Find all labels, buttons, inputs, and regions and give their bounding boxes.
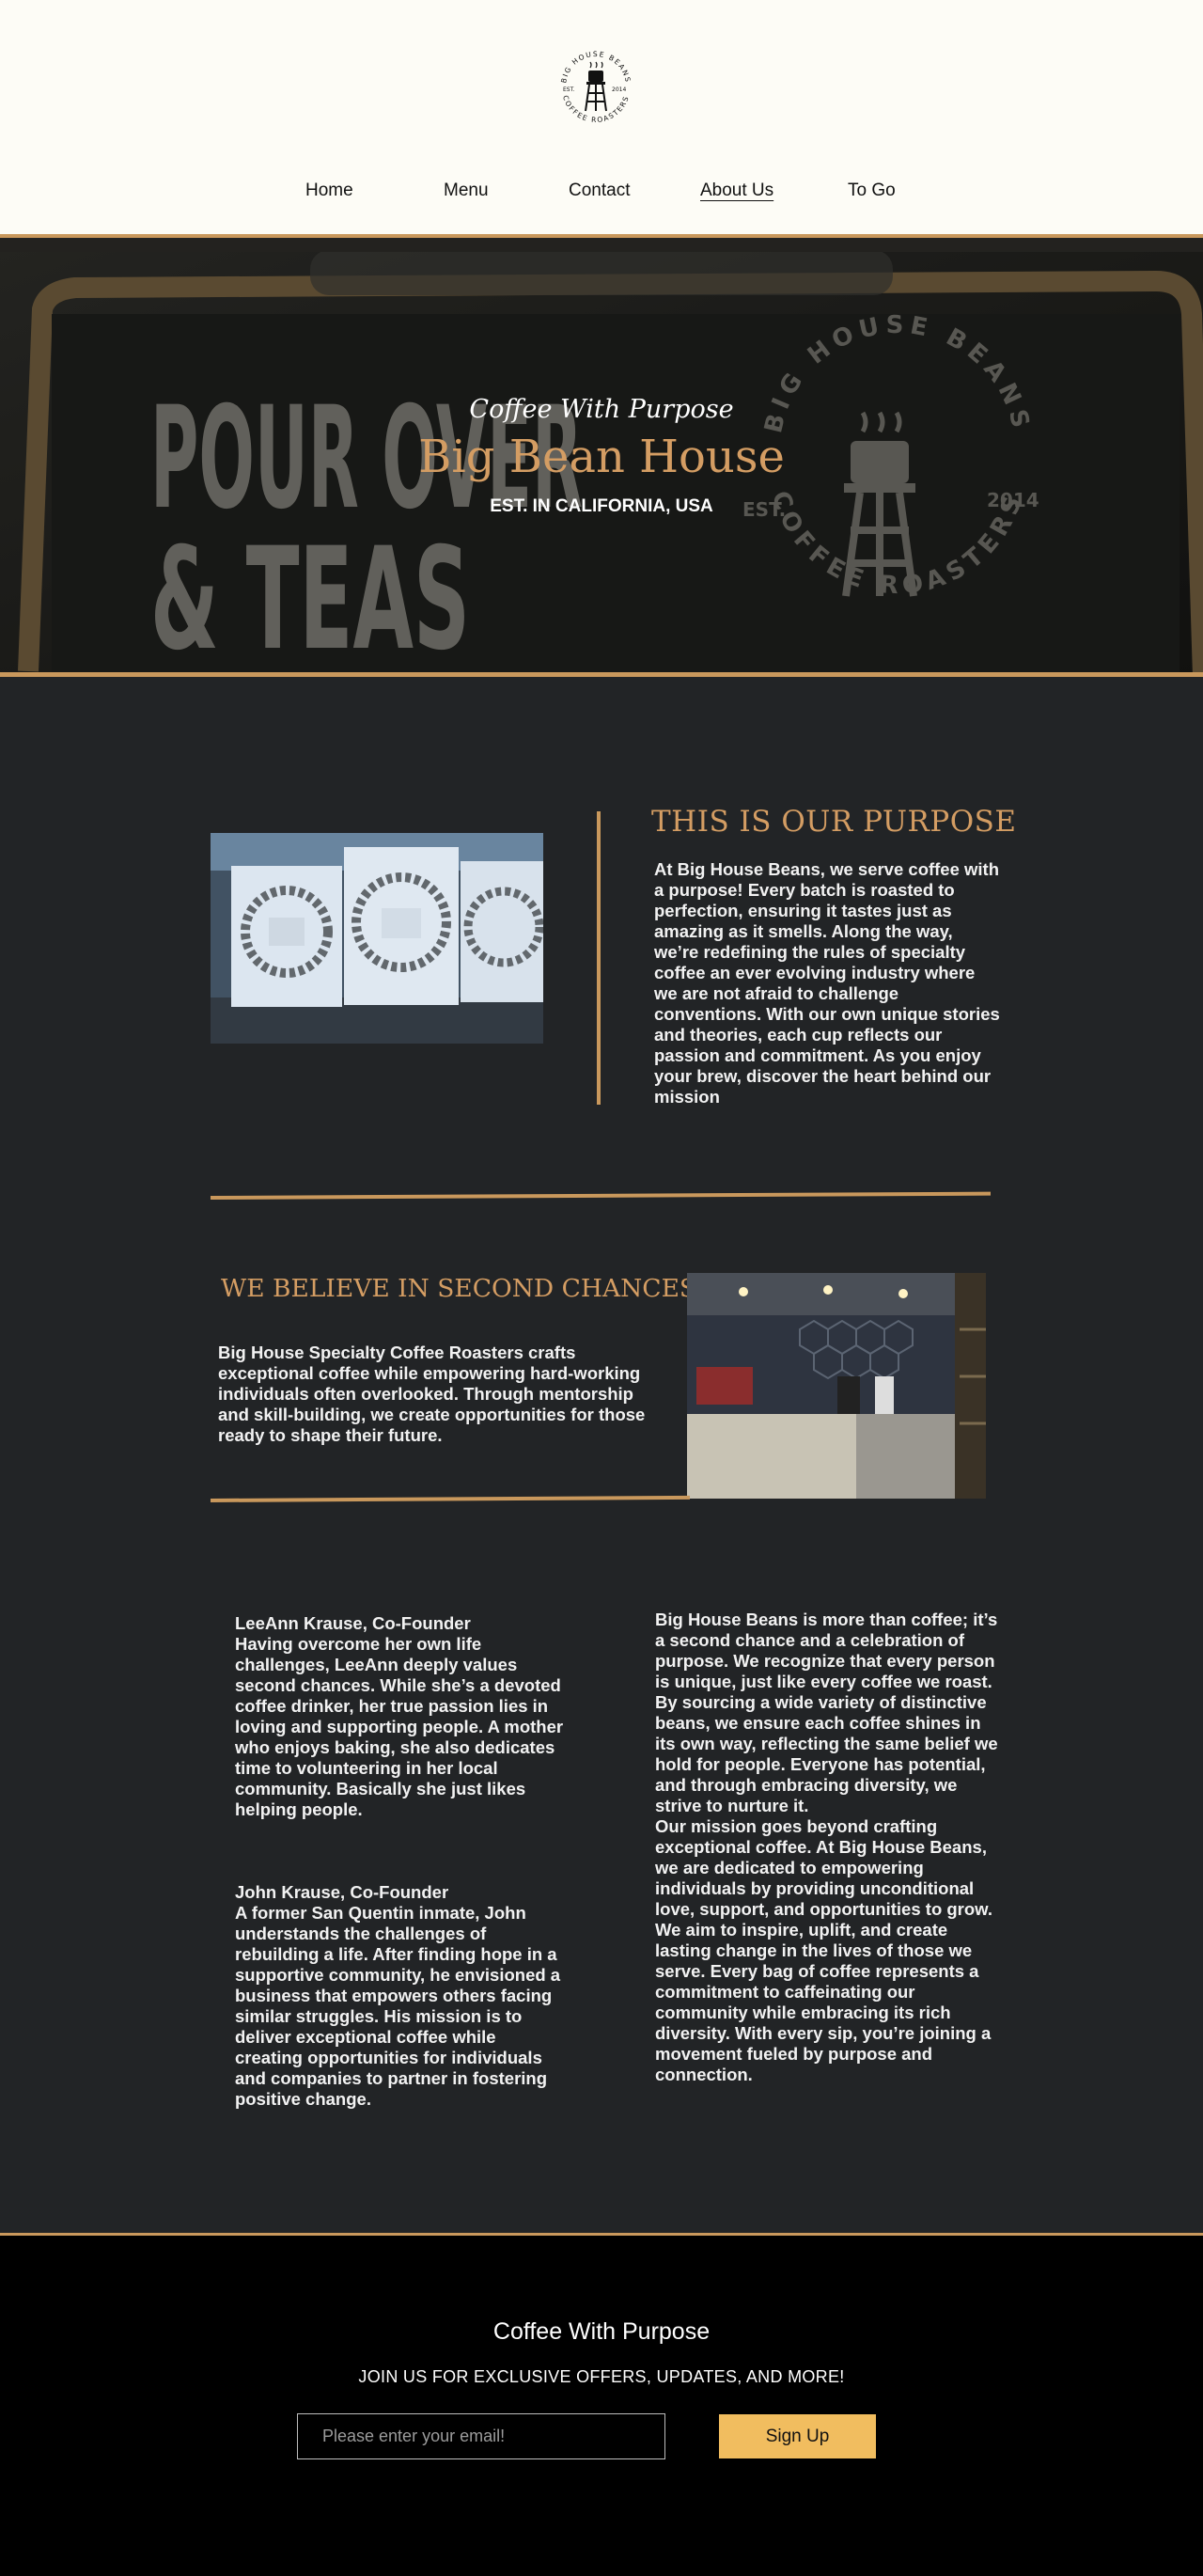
cafe-interior-photo — [687, 1273, 986, 1499]
footer-title: Coffee With Purpose — [492, 2318, 711, 2345]
email-input[interactable] — [297, 2413, 665, 2459]
founder-bio: Having overcome her own life challenges,… — [235, 1634, 564, 1819]
footer-subtitle: JOIN US FOR EXCLUSIVE OFFERS, UPDATES, A… — [358, 2367, 845, 2386]
section-divider — [211, 1495, 691, 1502]
main-nav: Home Menu Contact About Us To Go — [0, 181, 1203, 205]
hero-title: Big Bean House — [418, 431, 785, 483]
second-chances-text: Big House Specialty Coffee Roasters craf… — [218, 1343, 646, 1445]
svg-text:2014: 2014 — [612, 86, 626, 93]
hero-banner: POUR OVER & TEAS BIG HOUSE BEANS COFFEE … — [0, 239, 1203, 677]
hero-tagline: Coffee With Purpose — [469, 395, 734, 424]
purpose-text: At Big House Beans, we serve coffee with… — [654, 859, 1000, 1107]
svg-text:EST.: EST. — [563, 86, 575, 93]
site-header: BIG HOUSE BEANS COFFEE ROASTERS EST. 201… — [0, 0, 1203, 238]
founder-name: John Krause, Co-Founder — [235, 1882, 449, 1902]
nav-about-link[interactable]: About Us — [700, 181, 773, 201]
purpose-heading: THIS IS OUR PURPOSE — [651, 805, 1017, 839]
nav-home-link[interactable]: Home — [305, 181, 353, 201]
section-divider — [211, 1191, 992, 1200]
coffee-bags-photo — [211, 833, 543, 1044]
section-divider-vertical — [597, 811, 601, 1105]
about-text: Big House Beans is more than coffee; it’… — [655, 1610, 1003, 2085]
second-chances-heading: WE BELIEVE IN SECOND CHANCES. — [221, 1274, 704, 1303]
nav-menu-link[interactable]: Menu — [444, 181, 489, 201]
founder-leeann: LeeAnn Krause, Co-Founder Having overcom… — [235, 1613, 564, 1820]
nav-contact-link[interactable]: Contact — [569, 181, 630, 201]
hero-established: EST. IN CALIFORNIA, USA — [490, 496, 713, 516]
founder-name: LeeAnn Krause, Co-Founder — [235, 1613, 471, 1633]
nav-togo-link[interactable]: To Go — [848, 181, 896, 201]
founder-bio: A former San Quentin inmate, John unders… — [235, 1903, 561, 2109]
about-paragraph: Big House Beans is more than coffee; it’… — [655, 1610, 998, 1815]
about-paragraph: Our mission goes beyond crafting excepti… — [655, 1816, 993, 2084]
founder-john: John Krause, Co-Founder A former San Que… — [235, 1882, 564, 2110]
signup-button[interactable]: Sign Up — [719, 2414, 876, 2458]
logo-icon[interactable]: BIG HOUSE BEANS COFFEE ROASTERS EST. 201… — [551, 41, 641, 132]
site-footer: Coffee With Purpose JOIN US FOR EXCLUSIV… — [0, 2233, 1203, 2576]
